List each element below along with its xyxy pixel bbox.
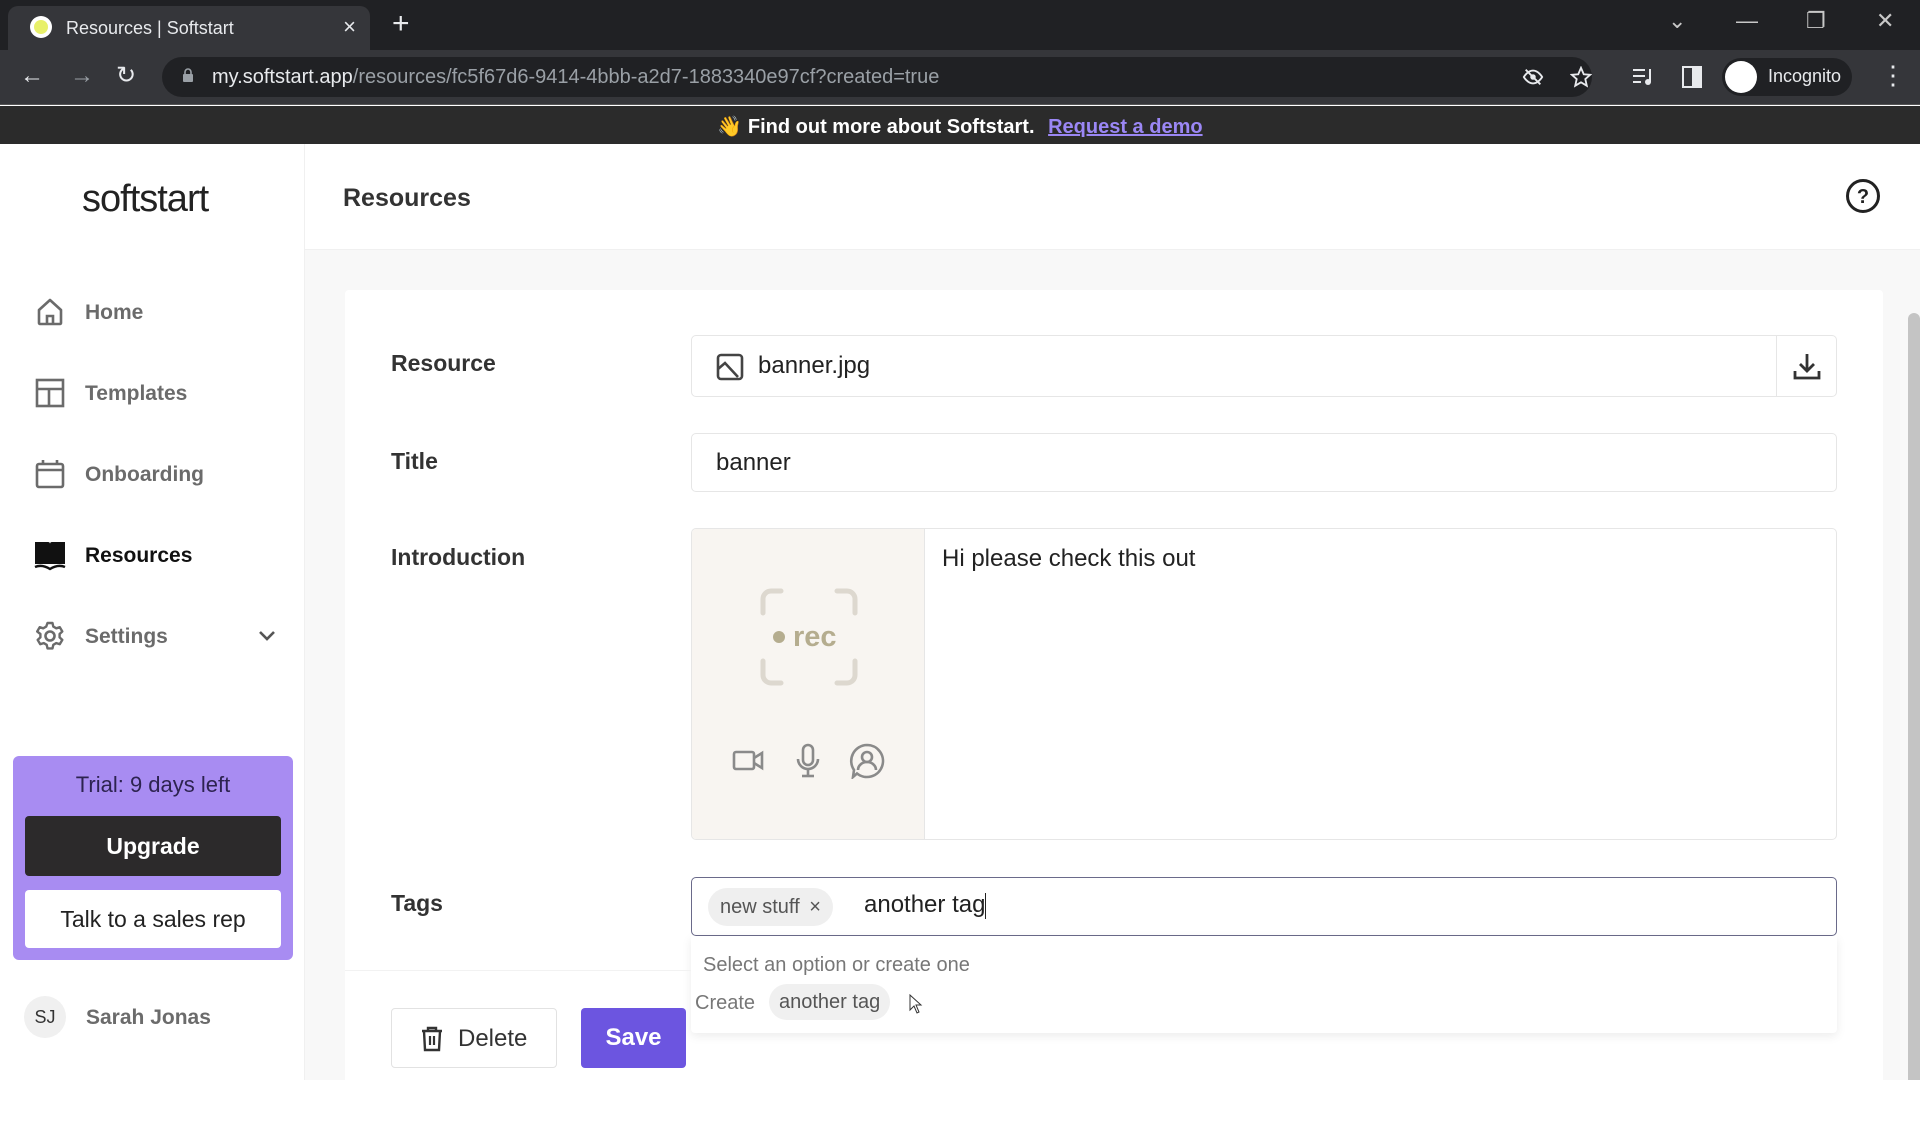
url-path: /resources/fc5f67d6-9414-4bbb-a2d7-18833…: [352, 66, 940, 88]
divider: [345, 970, 691, 971]
tag-chip-label: new stuff: [720, 896, 800, 918]
tags-input-value: another tag: [864, 891, 986, 918]
upgrade-button[interactable]: Upgrade: [25, 816, 281, 876]
tags-input-field[interactable]: new stuff × another tag: [691, 877, 1837, 936]
sidebar-item-label: Resources: [85, 544, 193, 567]
video-camera-icon[interactable]: [732, 747, 764, 775]
media-control-icon[interactable]: [1632, 66, 1656, 88]
sidebar: softstart Home Templates Onboarding Reso…: [0, 144, 305, 1080]
avatar: SJ: [24, 996, 66, 1038]
rec-label: rec: [793, 621, 837, 653]
tab-title: Resources | Softstart: [66, 18, 234, 38]
home-icon: [37, 298, 63, 326]
sidebar-item-label: Onboarding: [85, 463, 204, 486]
browser-toolbar: ← → ↻ my.softstart.app/resources/fc5f67d…: [0, 50, 1920, 105]
gear-icon: [36, 621, 64, 650]
resource-label: Resource: [391, 350, 496, 376]
trial-box: Trial: 9 days left Upgrade Talk to a sal…: [13, 756, 293, 960]
restore-button[interactable]: ❐: [1806, 8, 1826, 34]
request-demo-link[interactable]: Request a demo: [1048, 116, 1202, 138]
sidebar-item-label: Settings: [85, 625, 168, 648]
profile-label: Incognito: [1768, 66, 1842, 86]
bookmark-star-icon[interactable]: [1570, 66, 1592, 88]
calendar-icon: [35, 460, 65, 489]
tags-dropdown: Select an option or create one Create an…: [691, 936, 1837, 1033]
sidebar-item-home[interactable]: Home: [30, 288, 280, 336]
url-text: my.softstart.app/resources/fc5f67d6-9414…: [212, 66, 939, 89]
avatar-bubble-icon[interactable]: [849, 743, 885, 779]
sidebar-item-label: Templates: [85, 382, 188, 405]
minimize-button[interactable]: —: [1736, 8, 1758, 34]
favicon-icon: [30, 16, 52, 38]
create-option-chip[interactable]: another tag: [769, 984, 891, 1020]
address-bar[interactable]: my.softstart.app/resources/fc5f67d6-9414…: [162, 57, 1592, 97]
url-host: my.softstart.app: [212, 66, 353, 88]
trial-text: Trial: 9 days left: [75, 772, 231, 797]
reload-button[interactable]: ↻: [116, 62, 136, 90]
record-button[interactable]: rec: [759, 587, 859, 687]
introduction-text[interactable]: Hi please check this out: [942, 545, 1195, 573]
tag-chip: new stuff ×: [708, 888, 833, 926]
sidebar-item-settings[interactable]: Settings: [30, 612, 280, 660]
introduction-label: Introduction: [391, 544, 526, 570]
chevron-down-icon[interactable]: [256, 624, 278, 646]
help-circle-icon[interactable]: ?: [1845, 178, 1881, 214]
page-header: Resources ?: [305, 144, 1920, 250]
lock-icon: [183, 68, 193, 82]
tab-search-icon[interactable]: ⌄: [1668, 8, 1686, 34]
microphone-icon[interactable]: [795, 743, 821, 779]
sidebar-item-resources[interactable]: Resources: [30, 531, 280, 579]
title-label: Title: [391, 448, 438, 474]
trash-icon: [422, 1026, 442, 1052]
sidebar-item-label: Home: [85, 301, 144, 324]
new-tab-button[interactable]: +: [392, 8, 410, 40]
title-input[interactable]: banner: [691, 433, 1837, 492]
sidebar-item-templates[interactable]: Templates: [30, 369, 280, 417]
main-content: Resources ? Resource banner.jpg Title ba…: [305, 144, 1920, 1090]
back-button[interactable]: ←: [20, 62, 44, 90]
save-button[interactable]: Save: [581, 1008, 686, 1068]
tags-input[interactable]: another tag: [864, 891, 1464, 919]
logo[interactable]: softstart: [82, 178, 209, 221]
title-value: banner: [716, 449, 791, 476]
introduction-field: rec Hi please check this out: [691, 528, 1837, 840]
remove-tag-icon[interactable]: ×: [809, 896, 821, 918]
layout-icon: [35, 378, 65, 408]
side-panel-icon[interactable]: [1682, 66, 1702, 88]
browser-tab-bar: Resources | Softstart × + ⌄ — ❐ ✕: [0, 0, 1920, 50]
create-option-label[interactable]: Create: [695, 992, 755, 1015]
forward-button[interactable]: →: [70, 62, 94, 90]
download-button[interactable]: [1776, 336, 1836, 396]
text-caret: [985, 892, 987, 919]
window-close-button[interactable]: ✕: [1876, 8, 1894, 34]
incognito-icon: [1725, 61, 1757, 93]
image-icon: [716, 353, 744, 381]
tab-close-button[interactable]: ×: [343, 14, 356, 40]
scrollbar[interactable]: [1908, 313, 1920, 1080]
promo-banner: 👋 Find out more about Softstart. Request…: [0, 106, 1920, 144]
book-icon: [34, 542, 66, 571]
mouse-cursor-icon: [909, 994, 923, 1014]
promo-text: Find out more about Softstart.: [747, 116, 1035, 138]
recorder-panel: rec: [692, 529, 925, 839]
resource-field[interactable]: banner.jpg: [691, 335, 1837, 397]
tags-label: Tags: [391, 890, 443, 916]
download-icon: [1793, 354, 1821, 380]
eye-off-icon[interactable]: [1522, 66, 1544, 88]
browser-menu-icon[interactable]: ⋮: [1880, 60, 1906, 91]
user-name: Sarah Jonas: [86, 1006, 211, 1029]
sidebar-item-onboarding[interactable]: Onboarding: [30, 450, 280, 498]
page-title: Resources: [343, 184, 471, 212]
delete-label: Delete: [458, 1025, 528, 1052]
talk-to-sales-button[interactable]: Talk to a sales rep: [25, 890, 281, 948]
browser-tab[interactable]: Resources | Softstart ×: [8, 6, 370, 50]
resource-form: Resource banner.jpg Title banner Introdu…: [345, 290, 1883, 1090]
delete-button[interactable]: Delete: [391, 1008, 557, 1068]
profile-button[interactable]: Incognito: [1722, 58, 1852, 96]
dropdown-hint: Select an option or create one: [703, 954, 970, 976]
svg-text:?: ?: [1857, 186, 1869, 208]
wave-icon: 👋: [717, 116, 743, 138]
resource-filename: banner.jpg: [758, 352, 871, 379]
